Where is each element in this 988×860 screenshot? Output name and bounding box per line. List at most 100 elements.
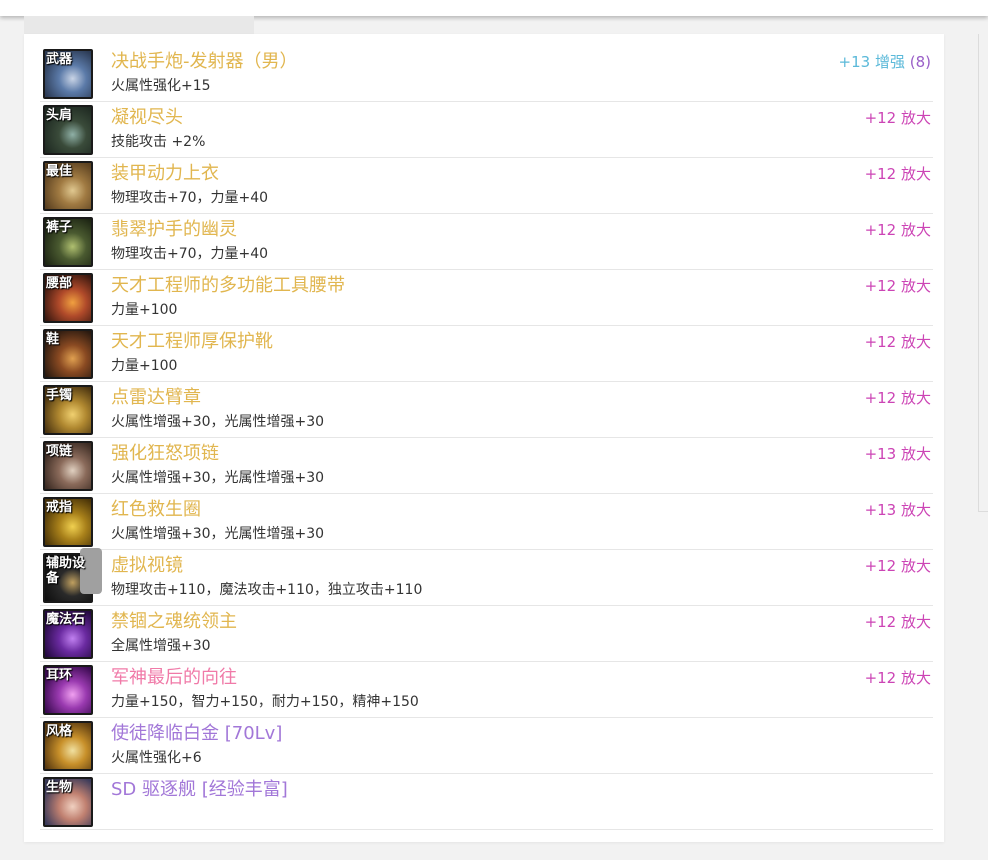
- enhancement-level: +12 放大: [864, 165, 931, 183]
- equipment-list: 武器 决战手炮-发射器（男） 火属性强化+15 +13 增强 (8) 头肩 凝视尽头技能攻…: [40, 46, 933, 830]
- item-stat: 火属性强化+15: [111, 78, 211, 94]
- item-stat: 火属性增强+30，光属性增强+30: [111, 414, 325, 430]
- item-name[interactable]: 军神最后的向往: [111, 667, 237, 689]
- enhancement-level: +12 放大: [864, 389, 931, 407]
- equipment-row[interactable]: 最佳 装甲动力上衣物理攻击+70，力量+40 +12 放大: [40, 158, 933, 214]
- item-stat: 全属性增强+30: [111, 638, 211, 654]
- enhancement-level: +12 放大: [864, 333, 931, 351]
- enhancement-badge: +12 放大: [865, 333, 931, 351]
- item-slot-label: 耳环: [46, 668, 73, 683]
- item-icon: 风格: [43, 721, 93, 771]
- enhancement-badge: +12 放大: [865, 221, 931, 239]
- equipment-panel: 武器 决战手炮-发射器（男） 火属性强化+15 +13 增强 (8) 头肩 凝视尽头技能攻…: [24, 34, 944, 842]
- enhancement-level: +12 放大: [864, 221, 931, 239]
- item-stat: 火属性强化+6: [111, 750, 202, 766]
- item-name[interactable]: 装甲动力上衣: [111, 163, 219, 185]
- equipment-row[interactable]: 手镯 点雷达臂章火属性增强+30，光属性增强+30 +12 放大: [40, 382, 933, 438]
- enhancement-level: +13 增强: [838, 53, 910, 71]
- equipment-row[interactable]: 魔法石 禁锢之魂统领主全属性增强+30 +12 放大: [40, 606, 933, 662]
- enhancement-level: +13 放大: [864, 501, 931, 519]
- item-stat: 物理攻击+70，力量+40: [111, 190, 269, 206]
- item-icon: 武器: [43, 49, 93, 99]
- enhancement-count: (8): [909, 53, 931, 71]
- enhancement-level: +13 放大: [864, 445, 931, 463]
- item-name[interactable]: 决战手炮-发射器（男）: [111, 51, 298, 73]
- enhancement-badge: +12 放大: [865, 669, 931, 687]
- item-slot-label: 腰部: [46, 276, 73, 291]
- equipment-row[interactable]: 生物 SD 驱逐舰 [经验丰富]: [40, 774, 933, 830]
- item-icon: 最佳: [43, 161, 93, 211]
- enhancement-badge: +12 放大: [865, 109, 931, 127]
- enhancement-level: +12 放大: [864, 557, 931, 575]
- top-bar: [0, 0, 988, 16]
- item-name[interactable]: SD 驱逐舰 [经验丰富]: [111, 779, 288, 801]
- item-icon: 裤子: [43, 217, 93, 267]
- item-stat: 物理攻击+70，力量+40: [111, 246, 269, 262]
- item-slot-label: 魔法石: [46, 612, 86, 627]
- item-icon: 耳环: [43, 665, 93, 715]
- item-name[interactable]: 强化狂怒项链: [111, 443, 219, 465]
- item-slot-label: 鞋: [46, 332, 60, 347]
- item-name[interactable]: 红色救生圈: [111, 499, 201, 521]
- tab-strip: [24, 16, 254, 34]
- item-icon: 鞋: [43, 329, 93, 379]
- equipment-row[interactable]: 腰部 天才工程师的多功能工具腰带力量+100 +12 放大: [40, 270, 933, 326]
- equipment-row[interactable]: 风格 使徒降临白金 [70Lv] 火属性强化+6: [40, 718, 933, 774]
- item-name[interactable]: 天才工程师厚保护靴: [111, 331, 273, 353]
- enhancement-badge: +12 放大: [865, 165, 931, 183]
- item-slot-label: 风格: [46, 724, 73, 739]
- item-slot-label: 裤子: [46, 220, 73, 235]
- item-stat: 火属性增强+30，光属性增强+30: [111, 526, 325, 542]
- item-icon: 项链: [43, 441, 93, 491]
- enhancement-level: +12 放大: [864, 109, 931, 127]
- item-icon: 手镯: [43, 385, 93, 435]
- item-slot-label: 生物: [46, 780, 73, 795]
- enhancement-badge: +13 放大: [865, 445, 931, 463]
- item-slot-label: 最佳: [46, 164, 73, 179]
- item-icon: 辅助设备: [43, 553, 93, 603]
- equipment-row[interactable]: 耳环 军神最后的向往力量+150，智力+150，耐力+150，精神+150 +12 …: [40, 662, 933, 718]
- item-icon: 生物: [43, 777, 93, 827]
- item-name[interactable]: 使徒降临白金 [70Lv]: [111, 723, 282, 745]
- item-stat: 火属性增强+30，光属性增强+30: [111, 470, 325, 486]
- item-icon: 魔法石: [43, 609, 93, 659]
- equipment-row[interactable]: 头肩 凝视尽头技能攻击 +2% +12 放大: [40, 102, 933, 158]
- equipment-row[interactable]: 武器 决战手炮-发射器（男） 火属性强化+15 +13 增强 (8): [40, 46, 933, 102]
- item-icon: 戒指: [43, 497, 93, 547]
- item-slot-label: 手镯: [46, 388, 73, 403]
- item-name[interactable]: 禁锢之魂统领主: [111, 611, 237, 633]
- item-slot-label: 项链: [46, 444, 73, 459]
- enhancement-badge: +13 增强 (8): [839, 53, 931, 71]
- enhancement-level: +12 放大: [864, 669, 931, 687]
- enhancement-badge: +12 放大: [865, 613, 931, 631]
- item-name[interactable]: 翡翠护手的幽灵: [111, 219, 237, 241]
- item-name[interactable]: 凝视尽头: [111, 107, 183, 129]
- item-name[interactable]: 天才工程师的多功能工具腰带: [111, 275, 345, 297]
- enhancement-level: +12 放大: [864, 613, 931, 631]
- side-divider: [978, 34, 979, 512]
- enhancement-badge: +12 放大: [865, 277, 931, 295]
- item-icon: 腰部: [43, 273, 93, 323]
- item-slot-label: 戒指: [46, 500, 73, 515]
- equipment-row[interactable]: 项链 强化狂怒项链火属性增强+30，光属性增强+30 +13 放大: [40, 438, 933, 494]
- item-slot-label: 辅助设备: [46, 556, 86, 586]
- item-slot-label: 头肩: [46, 108, 73, 123]
- enhancement-badge: +13 放大: [865, 501, 931, 519]
- enhancement-badge: +12 放大: [865, 389, 931, 407]
- item-slot-label: 武器: [46, 52, 73, 67]
- item-icon: 头肩: [43, 105, 93, 155]
- item-stat: 技能攻击 +2%: [111, 134, 206, 150]
- enhancement-level: +12 放大: [864, 277, 931, 295]
- side-divider-corner: [978, 511, 988, 512]
- item-stat: 力量+100: [111, 302, 178, 318]
- item-stat: 力量+100: [111, 358, 178, 374]
- item-name[interactable]: 虚拟视镜: [111, 555, 183, 577]
- enhancement-badge: +12 放大: [865, 557, 931, 575]
- equipment-row[interactable]: 辅助设备 虚拟视镜物理攻击+110，魔法攻击+110，独立攻击+110 +12 放大: [40, 550, 933, 606]
- equipment-row[interactable]: 鞋 天才工程师厚保护靴力量+100 +12 放大: [40, 326, 933, 382]
- equipment-row[interactable]: 戒指 红色救生圈火属性增强+30，光属性增强+30 +13 放大: [40, 494, 933, 550]
- equipment-row[interactable]: 裤子 翡翠护手的幽灵物理攻击+70，力量+40 +12 放大: [40, 214, 933, 270]
- item-name[interactable]: 点雷达臂章: [111, 387, 201, 409]
- item-stat: 物理攻击+110，魔法攻击+110，独立攻击+110: [111, 582, 423, 598]
- item-stat: 力量+150，智力+150，耐力+150，精神+150: [111, 694, 419, 710]
